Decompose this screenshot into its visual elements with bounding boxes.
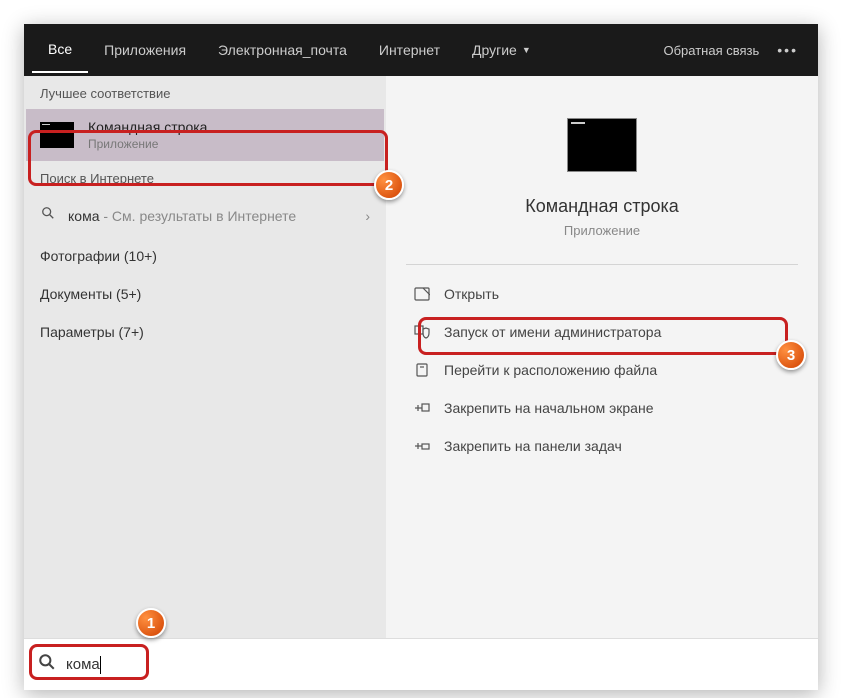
feedback-link[interactable]: Обратная связь <box>664 43 760 58</box>
cmd-icon <box>40 122 74 148</box>
tab-other-label: Другие <box>472 42 517 58</box>
search-icon <box>40 206 56 225</box>
action-pin-taskbar[interactable]: Закрепить на панели задач <box>406 427 798 465</box>
search-window: Все Приложения Электронная_почта Интерне… <box>24 24 818 690</box>
tab-all[interactable]: Все <box>32 27 88 73</box>
action-runas-label: Запуск от имени администратора <box>444 324 661 340</box>
badge-1: 1 <box>136 608 166 638</box>
web-query: кома <box>68 208 99 224</box>
search-icon <box>38 653 56 676</box>
divider <box>406 264 798 265</box>
action-runas-admin[interactable]: Запуск от имени администратора <box>406 313 798 351</box>
open-icon <box>414 287 430 301</box>
text-cursor <box>100 656 101 674</box>
best-match-text: Командная строка Приложение <box>88 119 370 151</box>
best-match-item[interactable]: Командная строка Приложение <box>26 109 384 161</box>
badge-2: 2 <box>374 170 404 200</box>
best-match-label: Лучшее соответствие <box>24 76 386 109</box>
category-params[interactable]: Параметры (7+) <box>24 313 386 351</box>
chevron-right-icon: › <box>365 208 370 224</box>
action-pin-start[interactable]: Закрепить на начальном экране <box>406 389 798 427</box>
preview-cmd-icon <box>567 118 637 172</box>
chevron-down-icon: ▼ <box>522 45 531 55</box>
badge-3: 3 <box>776 340 806 370</box>
pin-start-icon <box>414 401 430 415</box>
action-pinstart-label: Закрепить на начальном экране <box>444 400 654 416</box>
action-file-location[interactable]: Перейти к расположению файла <box>406 351 798 389</box>
action-pintask-label: Закрепить на панели задач <box>444 438 622 454</box>
folder-icon <box>414 363 430 377</box>
action-open[interactable]: Открыть <box>406 275 798 313</box>
search-input[interactable]: кома <box>66 656 101 674</box>
preview-title: Командная строка <box>525 196 679 217</box>
header-right: Обратная связь ••• <box>664 42 811 58</box>
left-panel: Лучшее соответствие Командная строка При… <box>24 76 386 638</box>
web-search-text: кома - См. результаты в Интернете <box>68 208 353 224</box>
category-documents[interactable]: Документы (5+) <box>24 275 386 313</box>
preview-subtitle: Приложение <box>564 223 640 238</box>
search-bar: кома <box>24 638 818 690</box>
pin-taskbar-icon <box>414 439 430 453</box>
web-suffix: - См. результаты в Интернете <box>99 208 296 224</box>
header: Все Приложения Электронная_почта Интерне… <box>24 24 818 76</box>
tab-internet[interactable]: Интернет <box>363 28 456 72</box>
web-search-label: Поиск в Интернете <box>24 161 386 194</box>
action-list: Открыть Запуск от имени администратора П… <box>406 275 798 465</box>
tab-other[interactable]: Другие ▼ <box>456 28 547 72</box>
more-icon[interactable]: ••• <box>777 42 798 58</box>
best-match-subtitle: Приложение <box>88 137 370 151</box>
category-photos[interactable]: Фотографии (10+) <box>24 237 386 275</box>
best-match-title: Командная строка <box>88 119 370 135</box>
web-search-item[interactable]: кома - См. результаты в Интернете › <box>24 194 386 237</box>
action-open-label: Открыть <box>444 286 499 302</box>
tab-apps[interactable]: Приложения <box>88 28 202 72</box>
search-value: кома <box>66 656 100 673</box>
content: Лучшее соответствие Командная строка При… <box>24 76 818 638</box>
tab-email[interactable]: Электронная_почта <box>202 28 363 72</box>
action-location-label: Перейти к расположению файла <box>444 362 657 378</box>
shield-icon <box>414 325 430 339</box>
right-panel: Командная строка Приложение Открыть Запу… <box>386 76 818 638</box>
